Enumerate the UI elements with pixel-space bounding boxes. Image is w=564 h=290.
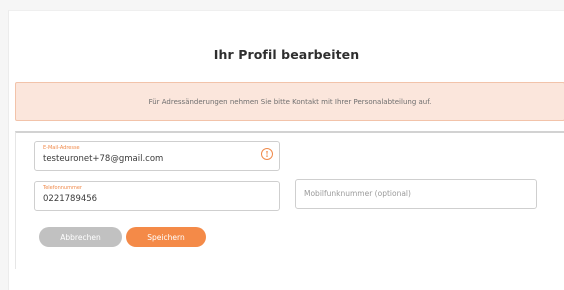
profile-card: Ihr Profil bearbeiten Für Adressänderung… [8,10,564,290]
phone-value: 0221789456 [43,194,98,204]
notice-text: Für Adressänderungen nehmen Sie bitte Ko… [148,97,432,106]
phone-field[interactable]: Telefonnummer 0221789456 [34,181,280,211]
page-title: Ihr Profil bearbeiten [213,47,360,62]
email-label: E-Mail-Adresse [43,145,80,151]
save-button[interactable]: Speichern [126,227,206,247]
profile-form: E-Mail-Adresse testeuronet+78@gmail.com … [15,131,564,269]
info-icon[interactable]: ! [261,148,273,160]
mobile-field[interactable]: Mobilfunknummer (optional) [295,179,537,209]
mobile-placeholder: Mobilfunknummer (optional) [304,189,411,198]
email-value: testeuronet+78@gmail.com [43,154,164,164]
email-field[interactable]: E-Mail-Adresse testeuronet+78@gmail.com … [34,141,280,171]
cancel-button[interactable]: Abbrechen [39,227,122,247]
phone-label: Telefonnummer [43,185,82,191]
address-change-notice: Für Adressänderungen nehmen Sie bitte Ko… [15,82,564,121]
